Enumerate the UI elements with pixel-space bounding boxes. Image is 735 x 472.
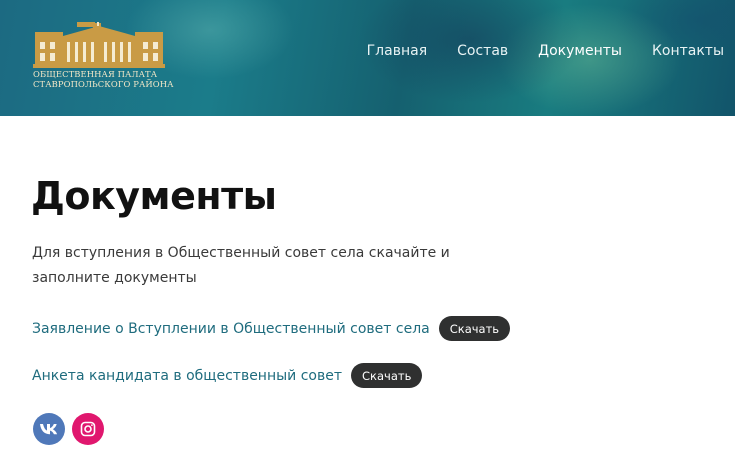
site-header: Общественная палата Ставропольского райо… <box>0 0 735 116</box>
vk-link[interactable] <box>33 413 65 445</box>
site-logo[interactable]: Общественная палата Ставропольского райо… <box>33 22 174 94</box>
document-link-application[interactable]: Заявление о Вступлении в Общественный со… <box>32 321 430 337</box>
logo-line-2: Ставропольского района <box>33 79 174 89</box>
nav-item-members[interactable]: Состав <box>457 42 508 60</box>
nav-item-contacts[interactable]: Контакты <box>652 42 724 60</box>
document-link-questionnaire[interactable]: Анкета кандидата в общественный совет <box>32 368 342 384</box>
logo-line-1: Общественная палата <box>33 69 158 79</box>
instagram-icon <box>80 421 96 437</box>
vk-icon <box>40 424 58 435</box>
download-button[interactable]: Скачать <box>438 316 511 341</box>
document-row: Заявление о Вступлении в Общественный со… <box>32 316 511 341</box>
building-logo-icon <box>33 22 165 68</box>
nav-item-home[interactable]: Главная <box>367 42 427 60</box>
instagram-link[interactable] <box>72 413 104 445</box>
social-links <box>33 413 111 445</box>
main-nav: Главная Состав Документы Контакты <box>337 42 724 60</box>
document-row: Анкета кандидата в общественный совет Ск… <box>32 363 423 388</box>
download-button[interactable]: Скачать <box>351 363 423 388</box>
intro-text: Для вступления в Общественный совет села… <box>32 245 450 286</box>
nav-item-documents[interactable]: Документы <box>538 42 622 60</box>
page-title: Документы <box>31 174 277 218</box>
